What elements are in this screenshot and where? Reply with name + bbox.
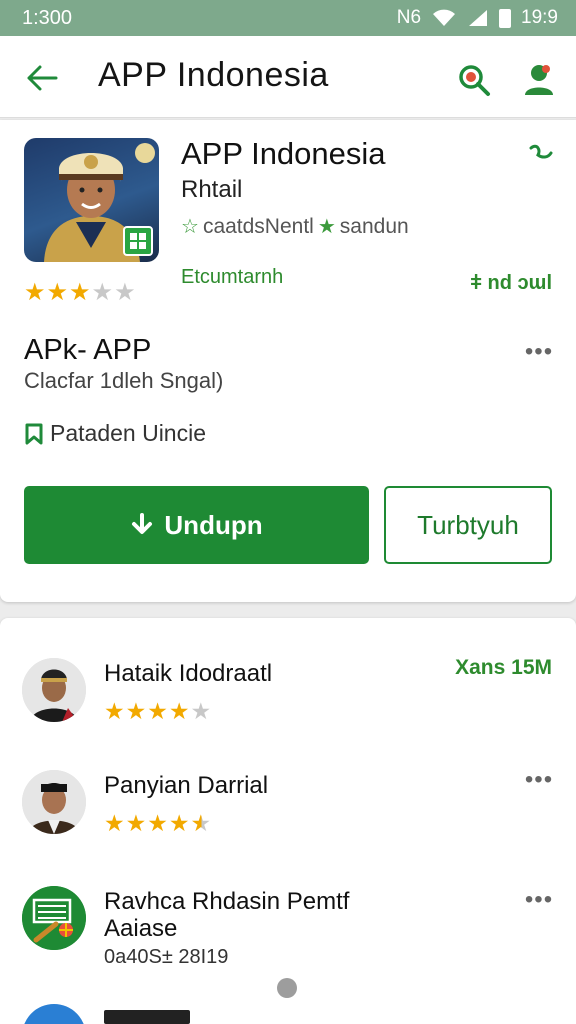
back-arrow-icon [27,65,58,91]
battery-icon [499,8,512,28]
page-title: APP Indonesia [98,56,329,94]
star-empty-icon: ★ [91,279,115,306]
install-button-label: Undupn [164,509,263,540]
avatar-portrait [22,770,86,834]
list-item-meta: 0a40S± 28I19 [104,946,229,968]
wifi-icon [433,9,456,26]
list-item[interactable]: Panyian Darrial ★ ★ ★ ★ ★ ••• [0,730,576,840]
app-icon [24,138,159,262]
star-icon: ★ [317,216,336,238]
star-empty-icon: ★ [114,279,137,306]
star-icon: ★ [104,698,126,724]
verified-badge-label: Pataden Uincie [50,420,206,446]
list-item-title: Ravhca Rhdasin Pemtf [104,888,350,915]
more-options-button[interactable]: ••• [524,766,554,793]
status-bar: 1:300 N6 19:9 [0,0,576,36]
search-button[interactable] [452,58,496,102]
list-item-title: Hataik Idodraatl [104,660,273,687]
apk-subtitle: Clacfar 1dleh Sngal) [24,368,224,393]
account-button[interactable] [516,56,562,102]
network-icon: N6 [396,7,422,28]
star-half-icon: ★ [190,810,213,836]
avatar-portrait [22,658,86,722]
account-icon [525,65,553,95]
back-button[interactable] [22,58,62,98]
avatar [22,658,86,722]
list-item[interactable]: Hataik Idodraatl ★ ★ ★ ★ ★ Xans 15M [0,618,576,728]
share-button[interactable] [526,140,556,170]
bookmark-icon [25,423,43,444]
signal-icon [469,10,488,26]
scroll-indicator [277,978,297,998]
app-detail-card: APP Indonesia Rhtail ☆ caatdsNentl ★ san… [0,120,576,602]
list-item-rating: ★ ★ ★ ★ ★ [104,810,212,837]
apk-title: APk- APP [24,334,152,366]
more-options-button[interactable]: ••• [524,886,554,913]
star-outline-icon: ☆ [181,216,199,238]
list-item-title: Panyian Darrial [104,772,269,799]
share-icon [529,144,553,159]
install-button[interactable]: Undupn [24,486,369,564]
star-icon: ★ [147,698,169,724]
star-icon: ★ [125,698,148,724]
status-icons: N6 19:9 [397,7,558,29]
star-icon: ★ [147,810,169,836]
search-icon [459,65,490,96]
app-icon-badge [123,226,153,256]
list-item-size: Xans 15M [455,656,552,679]
app-list-card: Hataik Idodraatl ★ ★ ★ ★ ★ Xans 15M Panyian … [0,618,576,1024]
download-icon [132,513,153,534]
star-icon: ★ [168,810,191,836]
app-category-link[interactable]: Etcumtarnh [181,266,283,289]
more-options-button[interactable]: ••• [524,338,554,365]
app-logo-icon [22,886,86,950]
secondary-button[interactable]: Turbtyuh [384,486,552,564]
app-tag-2: sandun [339,214,409,238]
verified-badge: Pataden Uincie [24,420,206,447]
star-icon: ★ [168,698,191,724]
status-clock-right: 19:9 [521,7,558,28]
star-icon: ★ [69,279,92,306]
app-rating-stars: ★ ★ ★ ★ ★ [24,278,137,307]
app-bar: APP Indonesia [0,36,576,118]
app-developer[interactable]: Rhtail [181,176,242,204]
list-item-rating: ★ ★ ★ ★ ★ [104,698,212,725]
secondary-button-label: Turbtyuh [417,509,519,540]
status-time: 1:300 [22,6,73,29]
app-tags: ☆ caatdsNentl ★ sandun [181,214,409,239]
grid-icon [130,233,146,249]
star-icon: ★ [125,810,148,836]
star-icon: ★ [104,810,126,836]
star-empty-icon: ★ [190,698,213,724]
avatar [22,770,86,834]
avatar [22,886,86,950]
star-icon: ★ [46,279,70,306]
app-name: APP Indonesia [181,136,386,171]
star-icon: ★ [24,279,47,306]
list-item-subtitle: Aaiase [104,915,178,942]
list-item-title-peek [104,1010,190,1024]
app-tag-1: caatdsNentl [202,214,314,238]
app-info-link[interactable]: ǂ nd ɔɯl [470,272,552,295]
list-item[interactable]: Ravhca Rhdasin Pemtf Aaiase 0a40S± 28I19… [0,842,576,972]
